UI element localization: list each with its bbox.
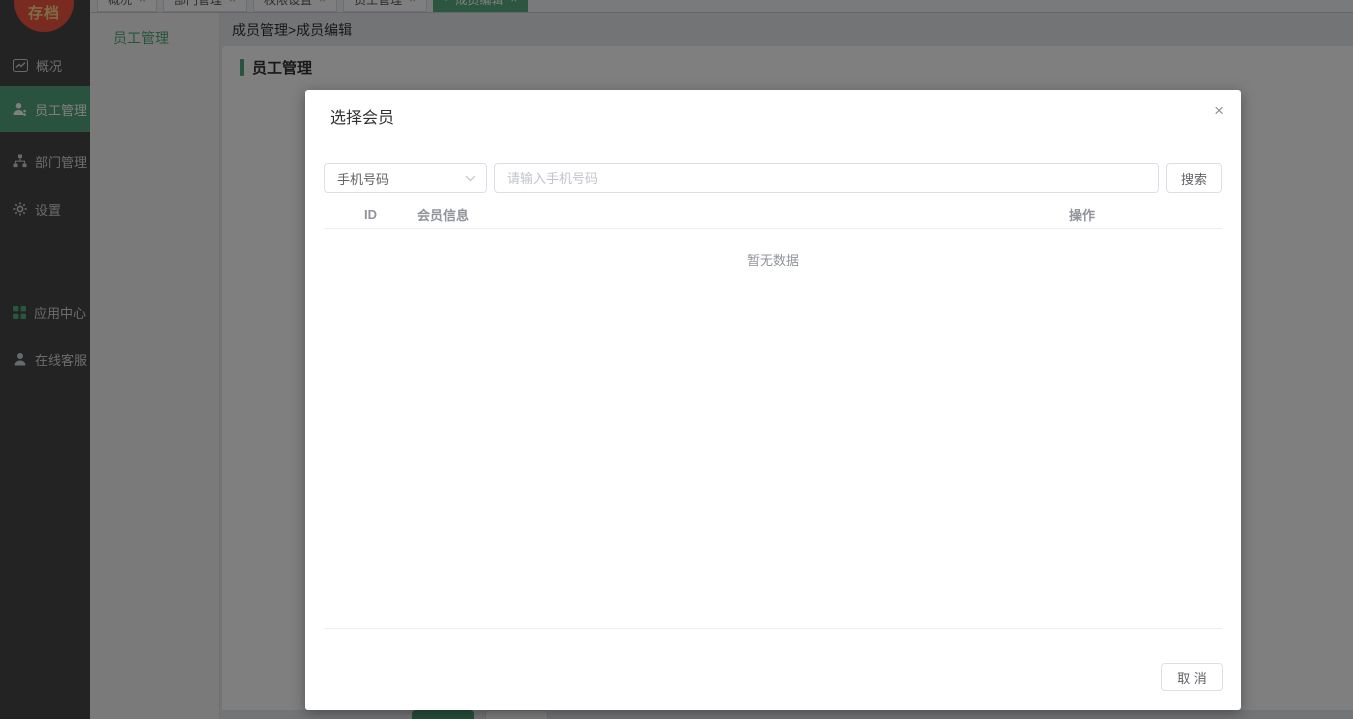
search-row: 手机号码 搜索 <box>324 163 1222 193</box>
search-button[interactable]: 搜索 <box>1166 163 1222 193</box>
chevron-down-icon <box>465 175 476 182</box>
empty-state-text: 暂无数据 <box>746 253 799 268</box>
cancel-button[interactable]: 取 消 <box>1161 663 1223 691</box>
column-header-actions: 操作 <box>1068 207 1095 223</box>
column-header-id: ID <box>364 206 377 222</box>
modal-title: 选择会员 <box>330 110 395 127</box>
close-icon[interactable]: × <box>1214 102 1224 119</box>
member-table-header: ID 会员信息 操作 <box>324 200 1222 228</box>
phone-number-input[interactable] <box>494 163 1159 193</box>
select-value: 手机号码 <box>337 171 390 187</box>
column-header-member-info: 会员信息 <box>417 207 470 223</box>
table-header-divider <box>324 228 1222 229</box>
table-bottom-divider <box>324 628 1222 629</box>
select-member-modal: 选择会员 × 手机号码 搜索 ID 会员信息 操作 暂无数据 取 消 <box>305 90 1241 710</box>
search-type-select[interactable]: 手机号码 <box>324 163 487 193</box>
